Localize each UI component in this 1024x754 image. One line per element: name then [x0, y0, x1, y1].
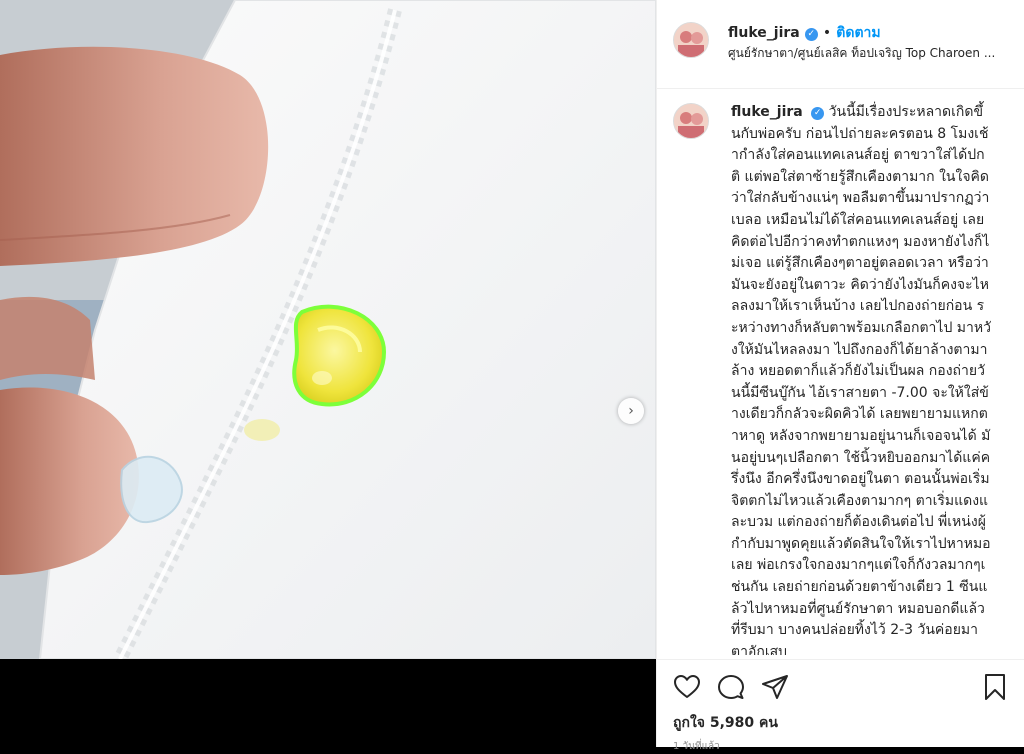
- follow-button[interactable]: ติดตาม: [836, 25, 880, 41]
- post-side-panel: fluke_jira ✓ • ติดตาม ศูนย์รักษาตา/ศูนย์…: [656, 0, 1024, 752]
- like-button[interactable]: [673, 673, 701, 701]
- carousel-next-button[interactable]: ›: [618, 398, 644, 424]
- photo-illustration: [0, 0, 656, 659]
- paper-plane-icon: [762, 675, 788, 699]
- separator-dot: •: [822, 25, 832, 41]
- avatar-icon: [674, 23, 708, 57]
- avatar-icon: [674, 104, 708, 138]
- share-button[interactable]: [761, 673, 789, 701]
- bookmark-icon: [985, 674, 1005, 700]
- avatar[interactable]: [673, 22, 709, 58]
- post-actions-footer: ถูกใจ 5,980 คน: [657, 659, 1024, 748]
- comment-button[interactable]: [717, 673, 745, 701]
- chevron-right-icon: ›: [628, 403, 634, 419]
- verified-badge-icon: ✓: [811, 107, 825, 120]
- location-link[interactable]: ศูนย์รักษาตา/ศูนย์เลสิค ท็อปเจริญ Top Ch…: [728, 44, 1013, 63]
- caption-area: fluke_jira ✓ วันนี้มีเรื่องประหลาดเกิดขึ…: [657, 89, 1024, 655]
- heart-icon: [674, 675, 700, 698]
- caption-text-block: fluke_jira ✓ วันนี้มีเรื่องประหลาดเกิดขึ…: [731, 102, 991, 655]
- comment-icon: [718, 675, 744, 699]
- verified-badge-icon: ✓: [804, 28, 818, 41]
- header-name-row: fluke_jira ✓ • ติดตาม: [728, 22, 881, 44]
- caption-avatar[interactable]: [673, 103, 709, 139]
- likes-count[interactable]: ถูกใจ 5,980 คน: [673, 712, 778, 734]
- photo-bottom-bar: [0, 659, 656, 747]
- caption-body: วันนี้มีเรื่องประหลาดเกิดขึ้นกับพ่อครับ …: [731, 104, 991, 655]
- save-button[interactable]: [981, 673, 1009, 701]
- post-header: fluke_jira ✓ • ติดตาม ศูนย์รักษาตา/ศูนย์…: [657, 0, 1024, 89]
- caption-username-link[interactable]: fluke_jira: [731, 104, 803, 120]
- username-link[interactable]: fluke_jira: [728, 25, 800, 41]
- post-photo: ›: [0, 0, 656, 659]
